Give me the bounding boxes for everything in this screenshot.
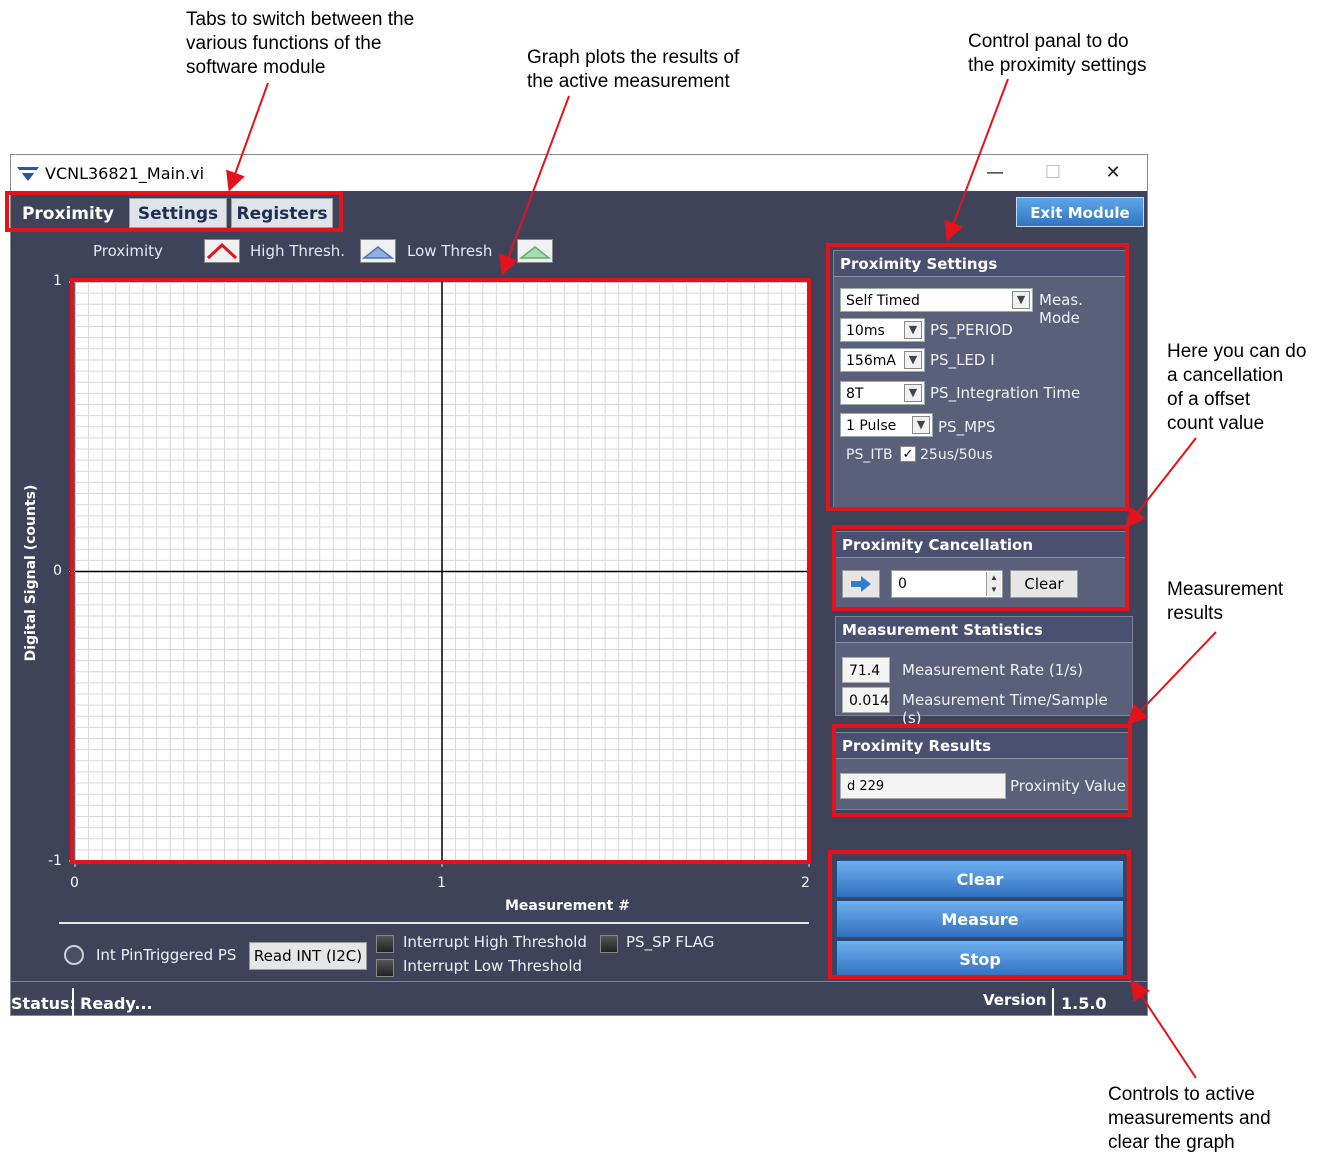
arrow-results (1127, 631, 1217, 725)
arrow-controls (1130, 979, 1197, 1079)
arrow-graph (499, 95, 570, 276)
annotation-arrows (226, 78, 1217, 1079)
arrow-cancellation (1125, 437, 1197, 529)
arrow-settings (944, 78, 1009, 242)
arrow-tabs (226, 82, 269, 192)
